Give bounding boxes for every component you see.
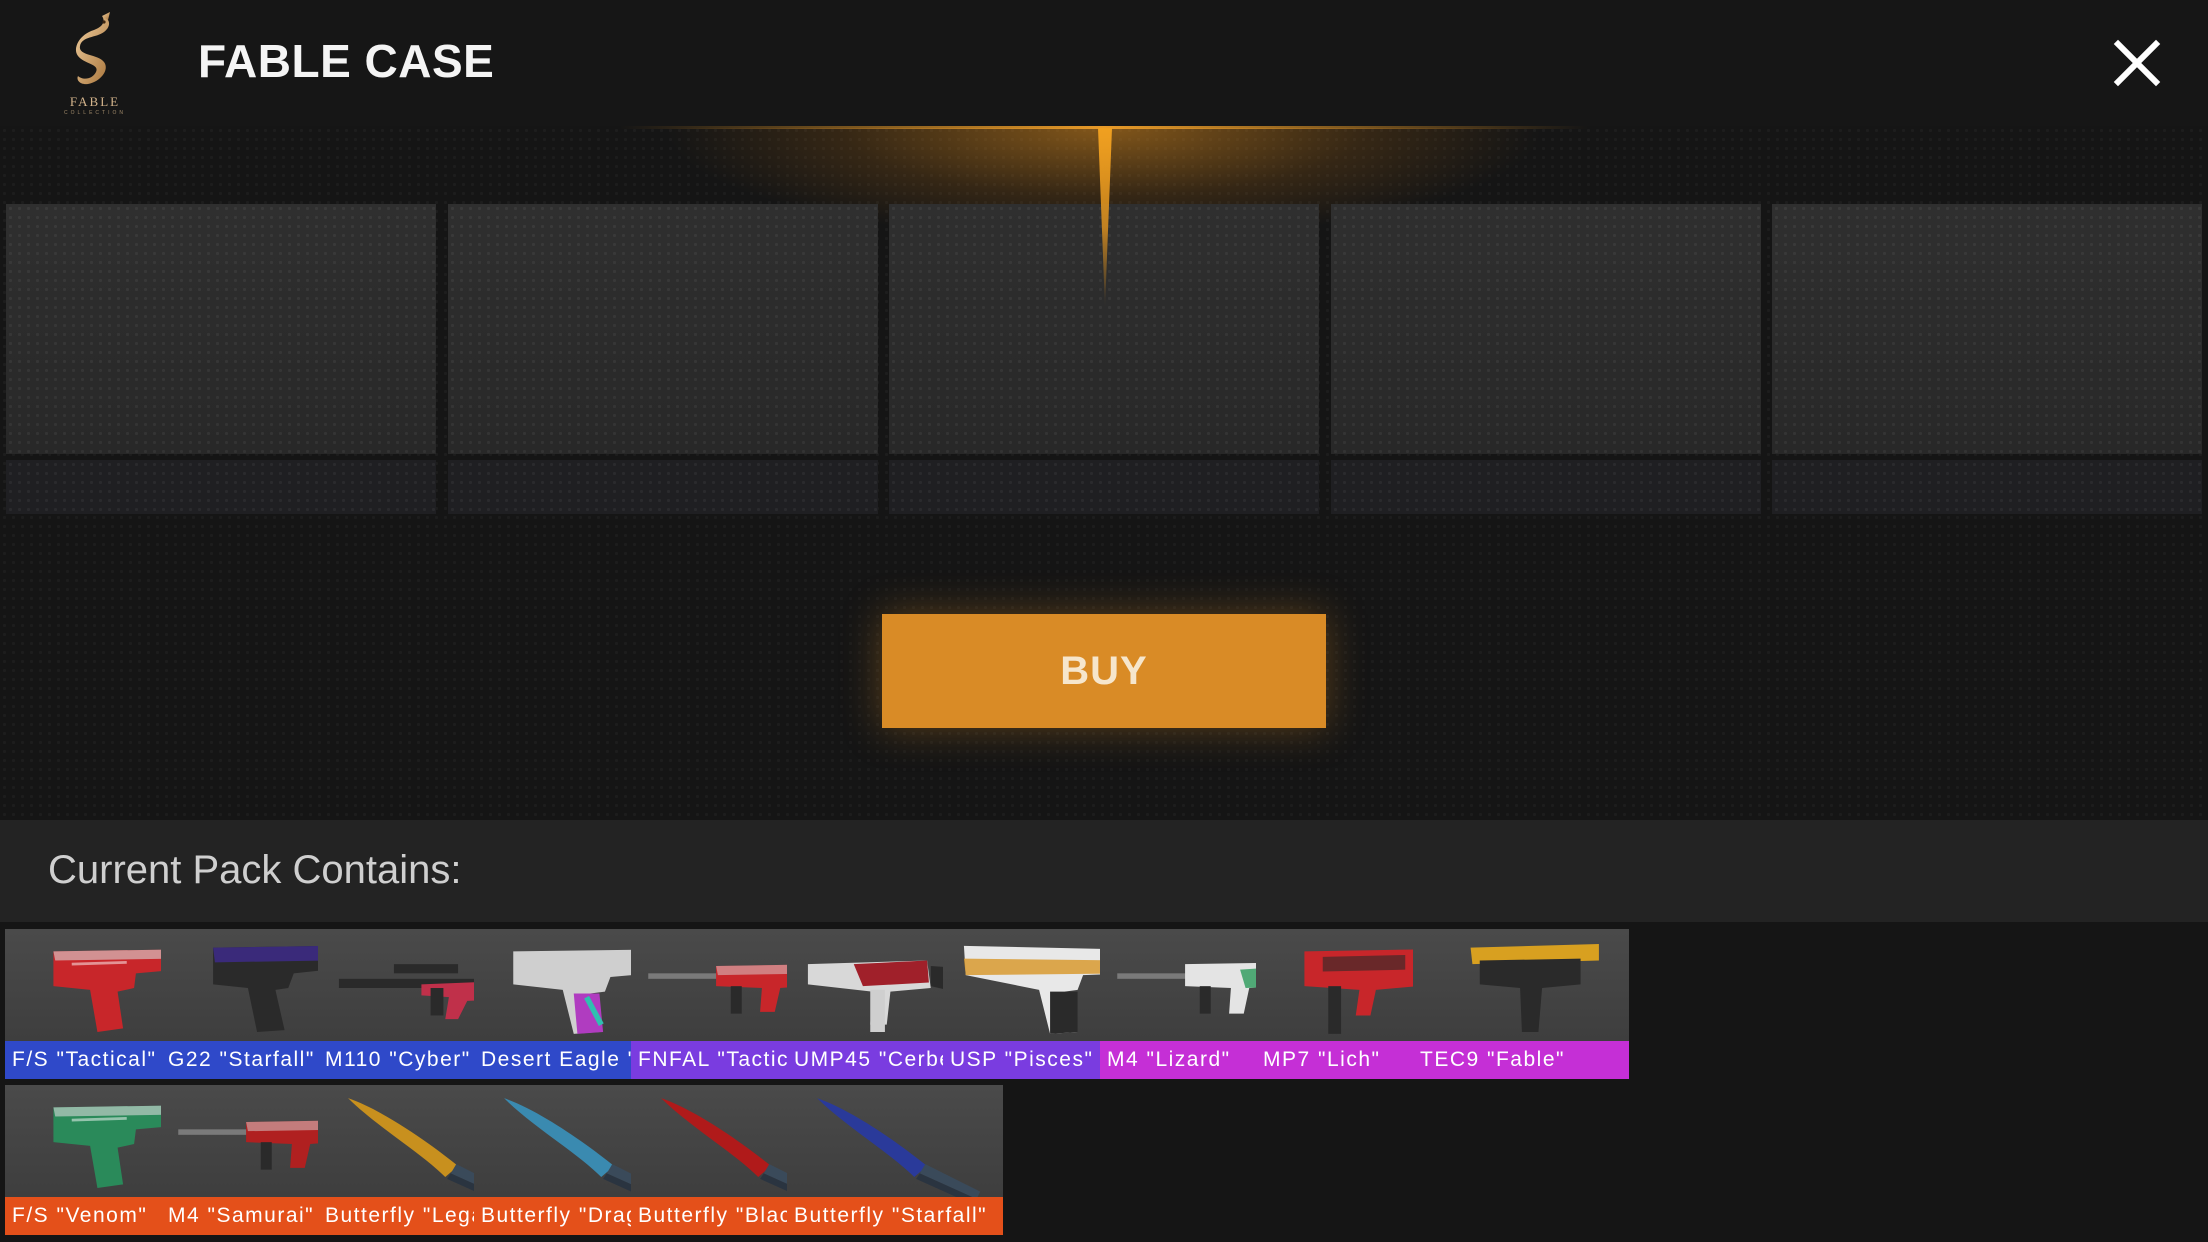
pack-item[interactable]: TEC9 "Fable" (1413, 929, 1629, 1079)
logo-text: FABLE (69, 94, 121, 109)
buy-button[interactable]: BUY (882, 614, 1326, 728)
pack-contents-title: Current Pack Contains: (48, 848, 462, 892)
roll-slot-label (889, 460, 1319, 514)
roll-slot (6, 204, 436, 454)
weapon-image (1470, 944, 1599, 1032)
close-button[interactable] (2112, 38, 2162, 88)
pack-item[interactable]: Butterfly "Starfall" (787, 1085, 1003, 1235)
top-bar: FABLE COLLECTION FABLE CASE (0, 0, 2208, 126)
fable-logo: FABLE COLLECTION (58, 10, 132, 116)
pack-item-name: TEC9 "Fable" (1413, 1041, 1629, 1079)
pack-item-name: Butterfly "Starfall" (787, 1197, 1003, 1235)
dragon-logo-icon (75, 12, 110, 85)
weapon-image (817, 1098, 981, 1199)
roll-slot-label (1331, 460, 1761, 514)
roll-slot-label (448, 460, 878, 514)
roll-slot-label (1772, 460, 2202, 514)
roll-slot (1772, 204, 2202, 454)
buy-button-label: BUY (1060, 648, 1148, 693)
roll-slot (448, 204, 878, 454)
logo-subtext: COLLECTION (64, 110, 126, 116)
close-icon (2113, 39, 2161, 87)
page-title: FABLE CASE (198, 35, 495, 87)
roll-slot-label (6, 460, 436, 514)
roll-slot (1331, 204, 1761, 454)
